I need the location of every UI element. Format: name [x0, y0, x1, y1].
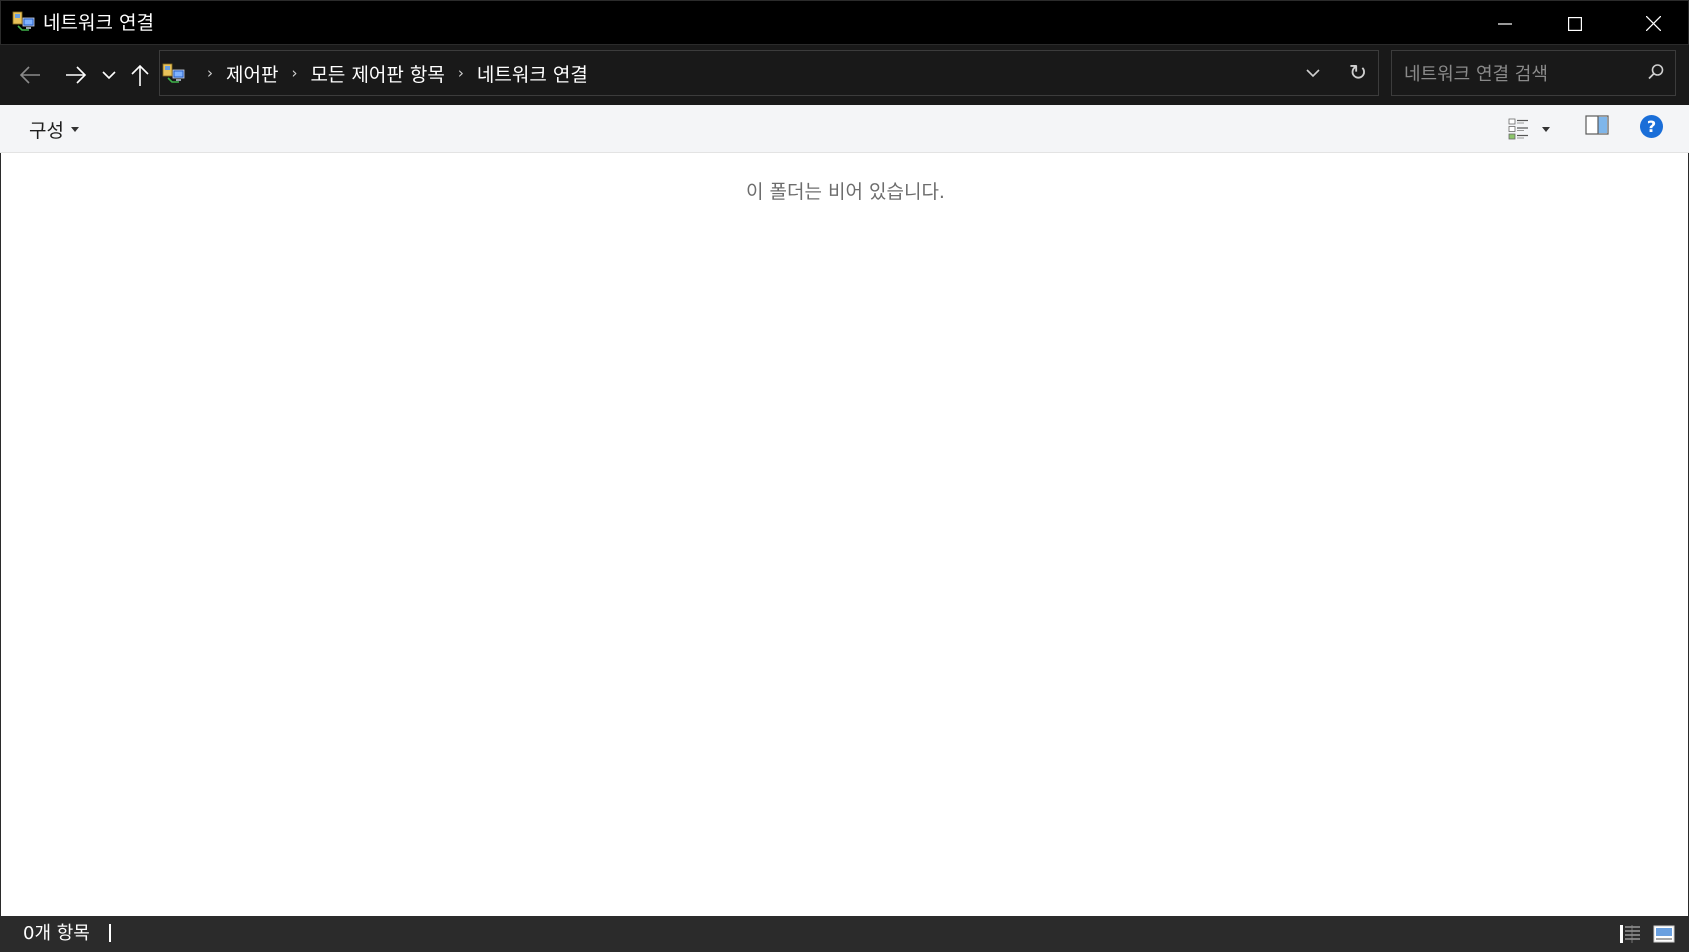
chevron-down-icon	[1306, 69, 1320, 78]
command-bar: 구성 ?	[0, 105, 1689, 153]
details-view-icon	[1508, 118, 1528, 140]
caret-down-icon	[70, 126, 79, 132]
arrow-up-icon	[131, 64, 149, 86]
arrow-left-icon	[19, 66, 40, 84]
arrow-right-icon	[66, 66, 87, 84]
breadcrumb-control-panel[interactable]: 제어판	[226, 60, 278, 87]
address-history-button[interactable]	[1293, 51, 1333, 95]
network-connections-icon	[162, 63, 185, 83]
maximize-button[interactable]	[1540, 1, 1610, 46]
window-title: 네트워크 연결	[43, 12, 154, 34]
chevron-right-icon[interactable]: ›	[207, 64, 213, 82]
breadcrumb: › 제어판 › 모든 제어판 항목 › 네트워크 연결	[194, 51, 588, 95]
large-icons-view-toggle-icon[interactable]	[1653, 924, 1675, 944]
file-list[interactable]: 이 폴더는 비어 있습니다.	[0, 153, 1689, 916]
change-view-button[interactable]	[1508, 113, 1560, 145]
details-view-toggle-icon[interactable]	[1619, 924, 1641, 944]
chevron-right-icon[interactable]: ›	[458, 64, 464, 82]
preview-pane-icon[interactable]	[1585, 115, 1609, 135]
forward-button[interactable]	[60, 45, 92, 105]
help-button[interactable]: ?	[1640, 115, 1663, 138]
close-button[interactable]	[1618, 1, 1688, 46]
search-icon	[1648, 64, 1664, 80]
refresh-button[interactable]: ↻	[1336, 51, 1380, 95]
search-box[interactable]	[1391, 50, 1676, 97]
back-button[interactable]	[14, 45, 46, 105]
minimize-button[interactable]	[1470, 1, 1540, 46]
navigation-bar: › 제어판 › 모든 제어판 항목 › 네트워크 연결 ↻	[0, 45, 1689, 105]
refresh-icon: ↻	[1348, 60, 1368, 86]
item-count: 0개 항목	[23, 923, 90, 944]
network-connections-icon	[12, 11, 35, 31]
organize-label: 구성	[29, 119, 64, 142]
organize-button[interactable]: 구성	[29, 115, 79, 143]
close-icon	[1645, 16, 1661, 31]
explorer-window: 네트워크 연결 › 제어판 › 모든 제어판 항목 › 네트워크 연결 ↻ 네트…	[0, 0, 1689, 952]
help-icon: ?	[1646, 117, 1657, 136]
chevron-down-icon	[102, 71, 116, 80]
empty-folder-message: 이 폴더는 비어 있습니다.	[746, 181, 945, 203]
recent-locations-button[interactable]	[98, 45, 120, 105]
status-divider	[109, 924, 111, 942]
caret-down-icon	[1542, 126, 1550, 132]
maximize-icon	[1568, 16, 1582, 31]
address-bar[interactable]: › 제어판 › 모든 제어판 항목 › 네트워크 연결 ↻	[159, 50, 1379, 96]
minimize-icon	[1498, 22, 1512, 25]
chevron-right-icon[interactable]: ›	[291, 64, 297, 82]
title-bar[interactable]: 네트워크 연결	[0, 0, 1689, 45]
breadcrumb-all-control-panel-items[interactable]: 모든 제어판 항목	[310, 60, 444, 87]
up-button[interactable]	[127, 45, 153, 105]
status-bar: 0개 항목	[0, 916, 1689, 952]
search-input[interactable]	[1402, 51, 1636, 97]
breadcrumb-network-connections[interactable]: 네트워크 연결	[477, 60, 588, 87]
